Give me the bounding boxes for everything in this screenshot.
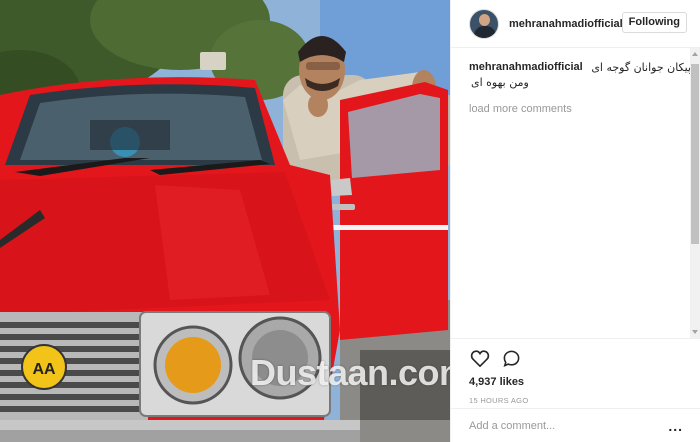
header-username[interactable]: mehranahmadiofficial	[509, 18, 623, 30]
caption-text-line2: ومن بهوه ای	[471, 76, 529, 89]
comment-form: ...	[451, 408, 700, 442]
comments-section: mehranahmadiofficial پیکان جوانان گوجه ا…	[469, 60, 691, 117]
following-button[interactable]: Following	[621, 12, 687, 33]
heart-icon[interactable]	[469, 347, 491, 369]
avatar[interactable]	[469, 8, 499, 39]
more-options-button[interactable]: ...	[668, 418, 683, 434]
comment-icon[interactable]	[500, 347, 522, 369]
caption-text-line1: پیکان جوانان گوجه ای	[591, 61, 691, 74]
post-header: mehranahmadiofficial Following	[451, 0, 700, 48]
svg-text:AA: AA	[32, 361, 56, 378]
avatar-head	[479, 13, 490, 26]
avatar-body	[474, 25, 496, 38]
watermark-text: Dustaan.com	[250, 352, 450, 393]
post-photo[interactable]: AA Dustaan.com	[0, 0, 450, 442]
caption: mehranahmadiofficial پیکان جوانان گوجه ا…	[469, 60, 691, 75]
add-comment-input[interactable]	[469, 419, 669, 432]
load-more-comments-link[interactable]: load more comments	[469, 102, 691, 117]
likes-count[interactable]: 4,937 likes	[469, 376, 683, 388]
scroll-up-arrow-icon[interactable]	[692, 52, 698, 56]
post-sidebar: mehranahmadiofficial Following mehranahm…	[450, 0, 700, 442]
scroll-thumb[interactable]	[691, 64, 699, 244]
post-timestamp: 15 HOURS AGO	[469, 396, 529, 405]
comments-scrollbar[interactable]	[690, 48, 700, 338]
caption-username[interactable]: mehranahmadiofficial	[469, 60, 583, 75]
scroll-down-arrow-icon[interactable]	[692, 330, 698, 334]
post-actions: 4,937 likes 15 HOURS AGO	[451, 338, 700, 405]
action-icons	[469, 345, 683, 371]
